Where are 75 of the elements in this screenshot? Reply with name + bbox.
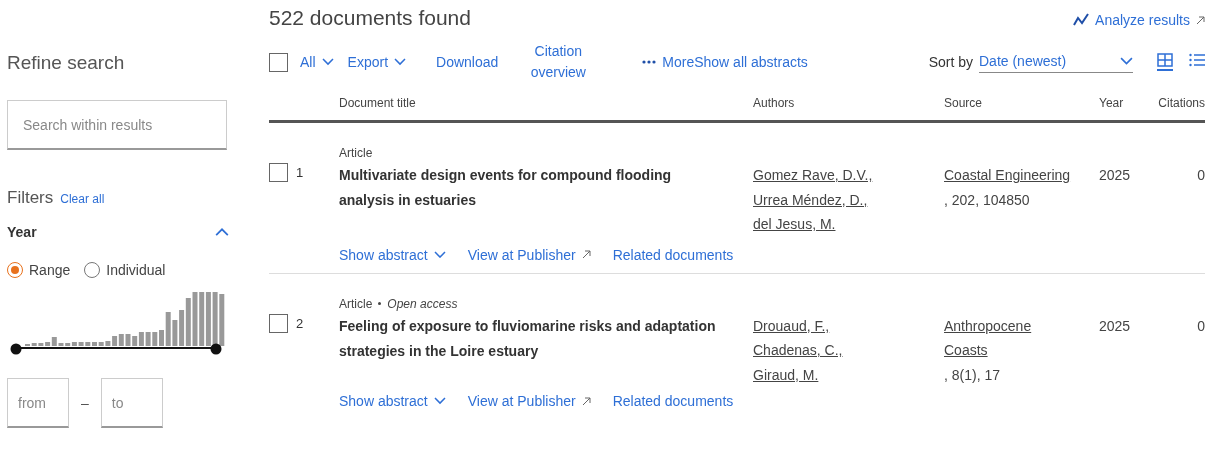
chevron-down-icon xyxy=(433,397,446,405)
search-field[interactable]: Search within results xyxy=(7,100,227,150)
author-link[interactable]: Urrea Méndez, D., xyxy=(753,187,944,212)
year-cell-text: 2025 xyxy=(1099,316,1132,336)
row-number: 1 xyxy=(296,165,304,180)
slider-handle[interactable] xyxy=(10,343,22,355)
line-chart-icon xyxy=(1073,13,1090,27)
chevron-up-icon xyxy=(215,227,229,237)
toolbar-link[interactable]: Show all abstracts xyxy=(694,51,808,73)
list-view-icon xyxy=(1189,53,1205,67)
column-header: Source xyxy=(944,96,984,110)
toolbar-link[interactable]: More xyxy=(642,51,695,73)
chevron-down-icon xyxy=(433,250,446,259)
select-all-checkbox[interactable] xyxy=(269,52,288,72)
column-header: Authors xyxy=(753,96,796,110)
result-link[interactable]: View at Publisher xyxy=(467,246,591,263)
radio-option[interactable]: Range xyxy=(7,262,71,278)
citations-cell-text: 0 xyxy=(1196,316,1205,336)
chevron-down-icon xyxy=(1120,57,1133,65)
author-link[interactable]: Gomez Rave, D.V., xyxy=(753,163,944,188)
result-link[interactable]: View at Publisher xyxy=(467,393,591,409)
row-checkbox[interactable] xyxy=(269,313,288,333)
citations-cell-text: 0 xyxy=(1196,166,1205,185)
clear-all-link[interactable]: Clear all xyxy=(60,192,105,206)
radio-label: Range xyxy=(29,262,71,278)
document-type: Article xyxy=(339,296,373,311)
source-details: , 202, 104850 xyxy=(944,190,1031,210)
results-count: 522 documents found xyxy=(269,6,471,30)
sort-select[interactable]: Date (newest) xyxy=(979,51,1133,73)
row-number: 2 xyxy=(296,315,304,331)
dropdown-button[interactable]: All xyxy=(300,51,334,73)
range-separator: – xyxy=(80,395,90,411)
author-link[interactable]: Giraud, M. xyxy=(753,362,944,387)
toolbar-link[interactable]: Citation overview xyxy=(526,41,591,83)
sort-label: Sort by xyxy=(928,54,973,70)
source-details: , 8(1), 17 xyxy=(944,365,1002,385)
radio-label: Individual xyxy=(106,262,166,278)
result-link[interactable]: Show abstract xyxy=(339,393,446,409)
document-type: Article xyxy=(339,146,373,160)
result-link[interactable]: Related documents xyxy=(612,393,734,409)
result-link[interactable]: Related documents xyxy=(612,246,734,263)
external-link-icon xyxy=(581,396,591,406)
document-title-link[interactable]: Multivariate design events for compound flooding analysis in estuaries xyxy=(339,163,753,213)
dropdown-button[interactable]: Export xyxy=(347,51,407,73)
source-link[interactable]: Coastal Engineering xyxy=(944,163,1072,188)
sidebar-title: Refine search xyxy=(7,52,126,74)
column-header: Citations xyxy=(1157,96,1205,110)
filter-label: Year xyxy=(7,224,37,240)
access-label: Open access xyxy=(387,296,458,311)
chevron-down-icon xyxy=(321,58,334,66)
bullet-icon xyxy=(378,302,382,305)
analyze-results-link[interactable]: Analyze results xyxy=(1073,12,1205,28)
collapse-button[interactable] xyxy=(215,227,229,237)
author-link[interactable]: del Jesus, M. xyxy=(753,212,944,237)
year-cell-text: 2025 xyxy=(1099,166,1132,185)
result-link[interactable]: Show abstract xyxy=(339,246,446,263)
to-field[interactable]: to xyxy=(100,378,163,428)
column-header: Document title xyxy=(339,96,417,110)
toolbar-link[interactable]: Download xyxy=(436,51,499,73)
author-link[interactable]: Chadenas, C., xyxy=(753,338,944,363)
document-title-link[interactable]: Feeling of exposure to fluviomarine risks and adaptation strategies in the Loire estuary xyxy=(339,313,753,364)
author-link[interactable]: Drouaud, F., xyxy=(753,313,944,338)
chevron-down-icon xyxy=(394,58,407,66)
row-checkbox[interactable] xyxy=(269,163,288,182)
table-view-icon xyxy=(1157,53,1173,67)
from-field[interactable]: from xyxy=(7,378,69,428)
slider-handle[interactable] xyxy=(210,343,222,355)
filters-title: Filters xyxy=(7,188,54,208)
view-toggle[interactable] xyxy=(1157,53,1173,71)
column-header: Year xyxy=(1099,96,1125,110)
more-icon xyxy=(642,60,657,64)
external-link-icon xyxy=(581,250,591,259)
source-link[interactable]: Anthropocene Coasts xyxy=(944,313,1072,363)
external-link-icon xyxy=(1196,15,1205,25)
radio-option[interactable]: Individual xyxy=(84,262,166,278)
